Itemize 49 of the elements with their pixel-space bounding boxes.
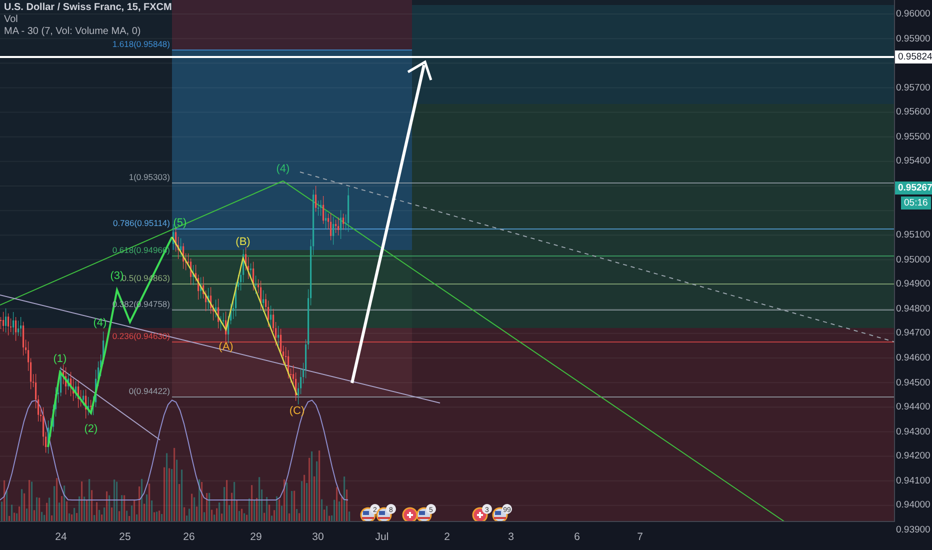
fibonacci-level-label: 0.786(0.95114) bbox=[112, 218, 170, 228]
wave-label: (4) bbox=[93, 317, 107, 329]
wave-label: (1) bbox=[53, 353, 67, 365]
wave-label: (5) bbox=[173, 217, 187, 229]
price-label: 0.94600 bbox=[896, 352, 930, 364]
wave-label: (A) bbox=[218, 341, 234, 353]
date-label: 24 bbox=[55, 531, 67, 543]
date-label: Jul bbox=[375, 531, 389, 543]
date-label: 30 bbox=[312, 531, 324, 543]
price-label: 0.95000 bbox=[896, 254, 930, 266]
date-label: 2 bbox=[444, 531, 450, 543]
price-label: 0.94800 bbox=[896, 303, 930, 314]
price-label: 0.96000 bbox=[896, 8, 930, 20]
price-label: 0.93900 bbox=[896, 524, 930, 536]
date-label: 25 bbox=[119, 531, 131, 543]
wave-label: (2) bbox=[84, 423, 98, 435]
date-label: 7 bbox=[637, 531, 643, 543]
indicator-label: Vol bbox=[4, 14, 19, 26]
price-label: 0.95600 bbox=[896, 106, 930, 118]
price-tag: 0.95267 bbox=[895, 182, 932, 194]
price-tag: 0.95824 bbox=[895, 50, 932, 64]
wave-label: (B) bbox=[236, 236, 250, 248]
price-label: 0.95900 bbox=[896, 33, 930, 44]
price-label: 0.94200 bbox=[896, 450, 930, 462]
price-label: 0.95700 bbox=[896, 82, 930, 94]
price-label: 0.94400 bbox=[896, 402, 930, 413]
date-label: 29 bbox=[250, 531, 262, 543]
fibonacci-level-label: 0(0.94422) bbox=[128, 386, 170, 396]
fibonacci-level-label: 1.618(0.95848) bbox=[112, 39, 170, 49]
indicator-label: MA - 30 (7, Vol: Volume MA, 0) bbox=[4, 26, 142, 38]
price-label: 0.95400 bbox=[896, 156, 930, 167]
price-label: 0.94900 bbox=[896, 278, 930, 290]
date-label: 6 bbox=[574, 531, 580, 543]
fibonacci-level-label: 1(0.95303) bbox=[128, 172, 170, 182]
price-label: 0.94500 bbox=[896, 377, 930, 388]
price-label: 0.95100 bbox=[896, 230, 930, 241]
price-label: 0.95500 bbox=[896, 131, 930, 142]
price-label: 0.94000 bbox=[896, 500, 930, 511]
date-label: 3 bbox=[508, 531, 514, 543]
price-label: 0.94100 bbox=[896, 475, 930, 486]
fibonacci-level-label: 0.236(0.94630) bbox=[112, 331, 170, 341]
price-label: 0.94700 bbox=[896, 328, 930, 339]
symbol-title: U.S. Dollar / Swiss Franc, 15, FXCM bbox=[4, 2, 172, 14]
wave-label: (C) bbox=[289, 405, 305, 417]
date-label: 26 bbox=[183, 531, 195, 543]
price-tag: 05:16 bbox=[901, 196, 931, 210]
wave-label: (4) bbox=[276, 163, 290, 175]
wave-label: (3) bbox=[110, 270, 124, 282]
price-label: 0.94300 bbox=[896, 426, 930, 438]
